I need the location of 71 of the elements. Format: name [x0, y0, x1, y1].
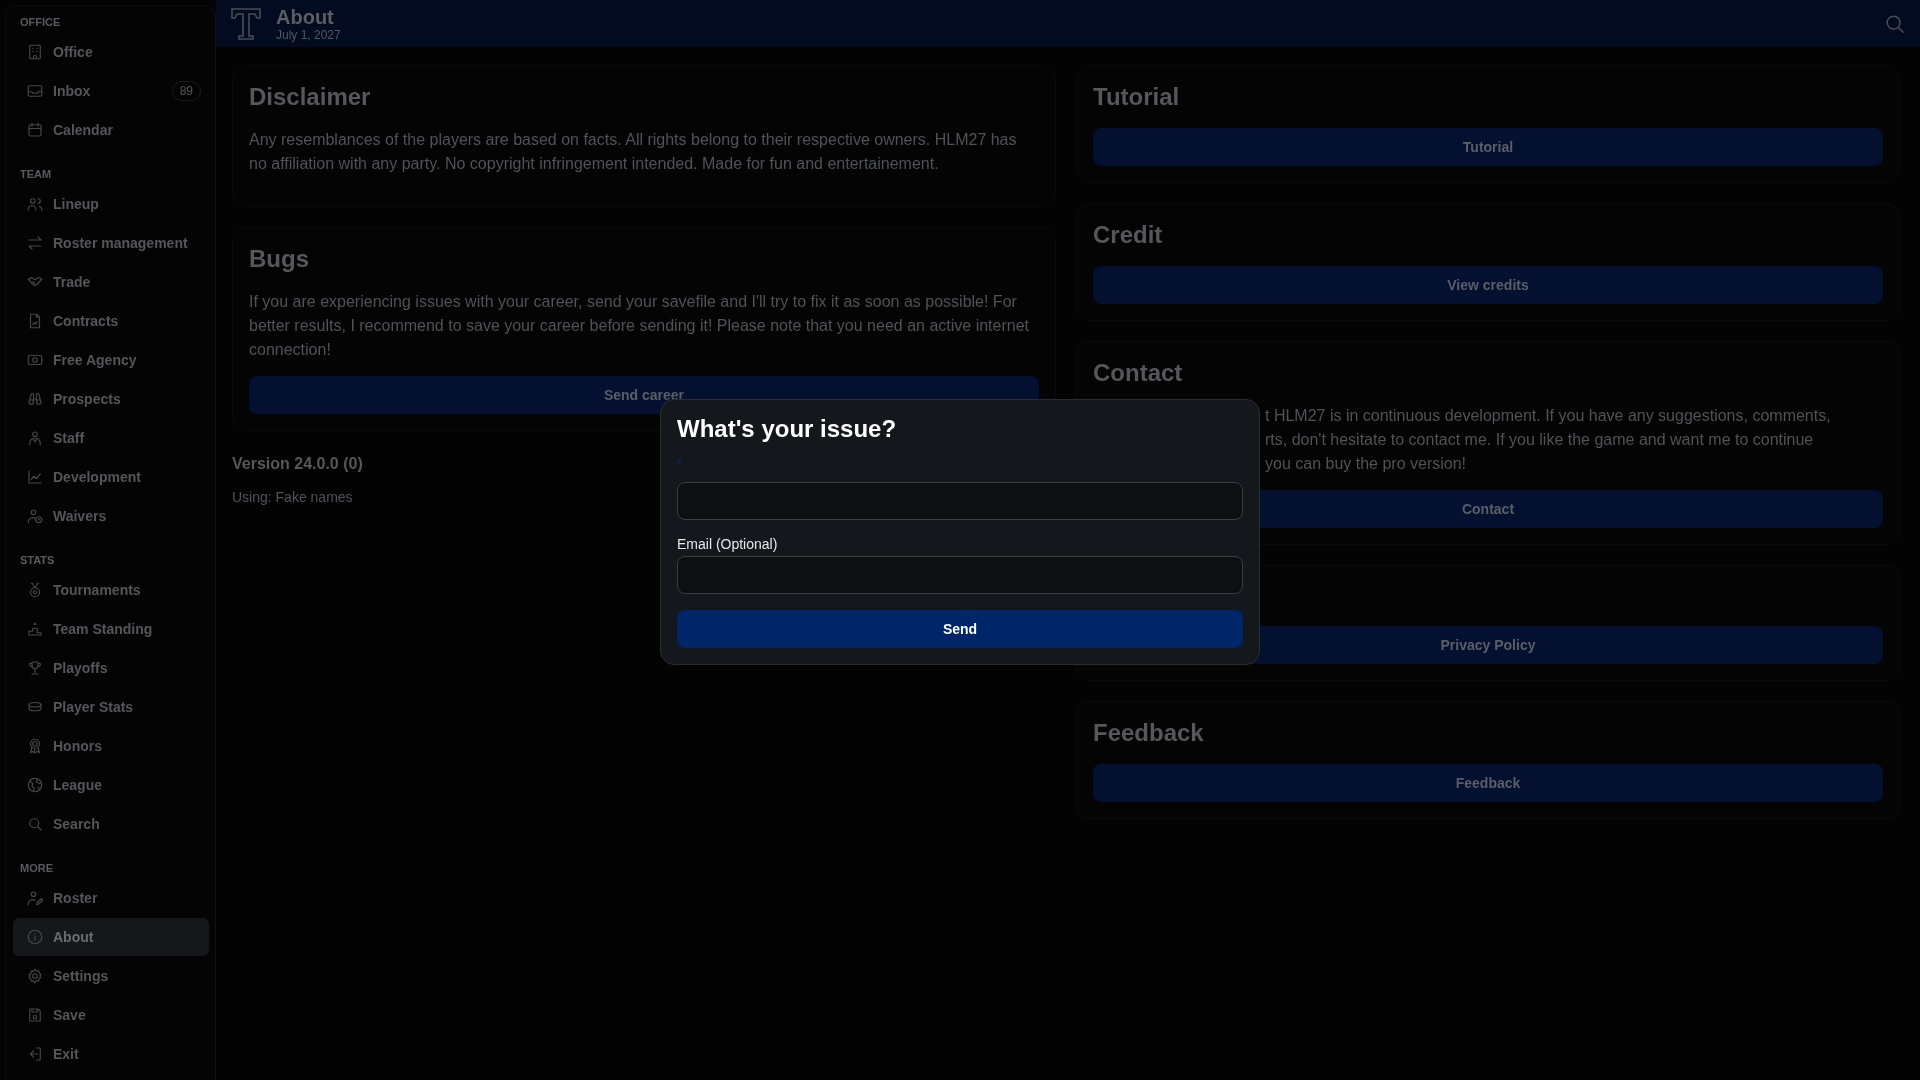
section-heading: STATS [20, 554, 55, 566]
sidebar-item[interactable]: Player Stats [13, 688, 209, 726]
card-title: Disclaimer [249, 82, 372, 112]
sidebar-item[interactable]: Search [13, 805, 209, 843]
sidebar-item[interactable]: Tournaments [13, 571, 209, 609]
sidebar-item[interactable]: Office [13, 33, 209, 71]
sidebar-item[interactable]: Exit [13, 1035, 209, 1073]
card-button[interactable]: Feedback [1093, 764, 1883, 802]
names-mode-label: Using: Fake names [232, 489, 353, 505]
floppy-disk-icon [26, 1006, 44, 1024]
sidebar-item[interactable]: Prospects [13, 380, 209, 418]
chart-icon [26, 468, 44, 486]
sidebar-item[interactable]: Team Standing [13, 610, 209, 648]
globe-icon [26, 776, 44, 794]
card-text: you can buy the pro version! [1264, 454, 1467, 474]
building-icon [26, 43, 44, 61]
sidebar-item[interactable]: League [13, 766, 209, 804]
sidebar-item[interactable]: Contracts [13, 302, 209, 340]
sidebar-item[interactable]: Playoffs [13, 649, 209, 687]
sidebar-item[interactable]: Lineup [13, 185, 209, 223]
card-text: rts, don't hesitate to contact me. If you like the game and want me to continue [1264, 430, 1815, 450]
person-icon [26, 429, 44, 447]
search-icon [26, 815, 44, 833]
card-title: Credit [1093, 220, 1164, 250]
card-button[interactable]: Tutorial [1093, 128, 1883, 166]
person-clock-icon [26, 507, 44, 525]
card-text: Any resemblances of the players are based on facts. All rights belong to their respective owners. HLM27 has no affiliation with any party. No copyright infringement intended. Made for fun and entertainement. [249, 130, 1018, 174]
section-heading: TEAM [20, 168, 52, 180]
sidebar-item[interactable]: Waivers [13, 497, 209, 535]
calendar-icon [26, 121, 44, 139]
issue-input-field[interactable] [677, 482, 1243, 520]
field-label: Email (Optional) [677, 536, 778, 552]
version-label: Version 24.0.0 (0) [232, 455, 363, 473]
required-mark: * [677, 456, 683, 473]
users-icon [26, 195, 44, 213]
arrows-icon [26, 234, 44, 252]
send-button[interactable]: Send [677, 610, 1243, 648]
dialog-title: What's your issue? [677, 414, 898, 444]
sidebar-item[interactable]: Inbox 89 [13, 72, 209, 110]
card-button[interactable]: View credits [1093, 266, 1883, 304]
card-title: Bugs [249, 244, 310, 274]
sidebar-item[interactable]: Settings [13, 957, 209, 995]
podium-icon [26, 620, 44, 638]
search-icon[interactable] [1884, 12, 1906, 35]
binoculars-icon [26, 390, 44, 408]
card-title: Contact [1093, 358, 1184, 388]
settings-icon [26, 967, 44, 985]
card-title: Tutorial [1093, 82, 1181, 112]
trophy-icon [26, 659, 44, 677]
sidebar-item[interactable]: Development [13, 458, 209, 496]
sidebar-item[interactable]: Honors [13, 727, 209, 765]
card-title: Feedback [1093, 718, 1205, 748]
sidebar-item[interactable]: About [13, 918, 209, 956]
page-title: About [276, 5, 335, 28]
info-icon [26, 928, 44, 946]
logo-icon [230, 6, 262, 41]
section-heading: OFFICE [20, 16, 61, 28]
card-text: If you are experiencing issues with your career, send your savefile and I'll try to fix it as soon as possible! For better results, I recommend to save your career before sending it! Please note that you need an active internet connection! [249, 292, 1030, 360]
inbox-icon [26, 82, 44, 100]
sidebar-item[interactable]: Trade [13, 263, 209, 301]
sidebar-item[interactable]: Staff [13, 419, 209, 457]
sidebar-item[interactable]: Free Agency [13, 341, 209, 379]
sidebar-item[interactable]: Roster management [13, 224, 209, 262]
date-label: July 1, 2027 [276, 27, 342, 42]
email-input-field[interactable] [677, 556, 1243, 594]
person-pencil-icon [26, 889, 44, 907]
card-text: t HLM27 is in continuous development. If you have any suggestions, comments, [1264, 406, 1832, 426]
section-heading: MORE [20, 862, 53, 874]
sidebar-item[interactable]: Calendar [13, 111, 209, 149]
sidebar-item[interactable]: Roster [13, 879, 209, 917]
sidebar-item[interactable]: Save [13, 996, 209, 1034]
